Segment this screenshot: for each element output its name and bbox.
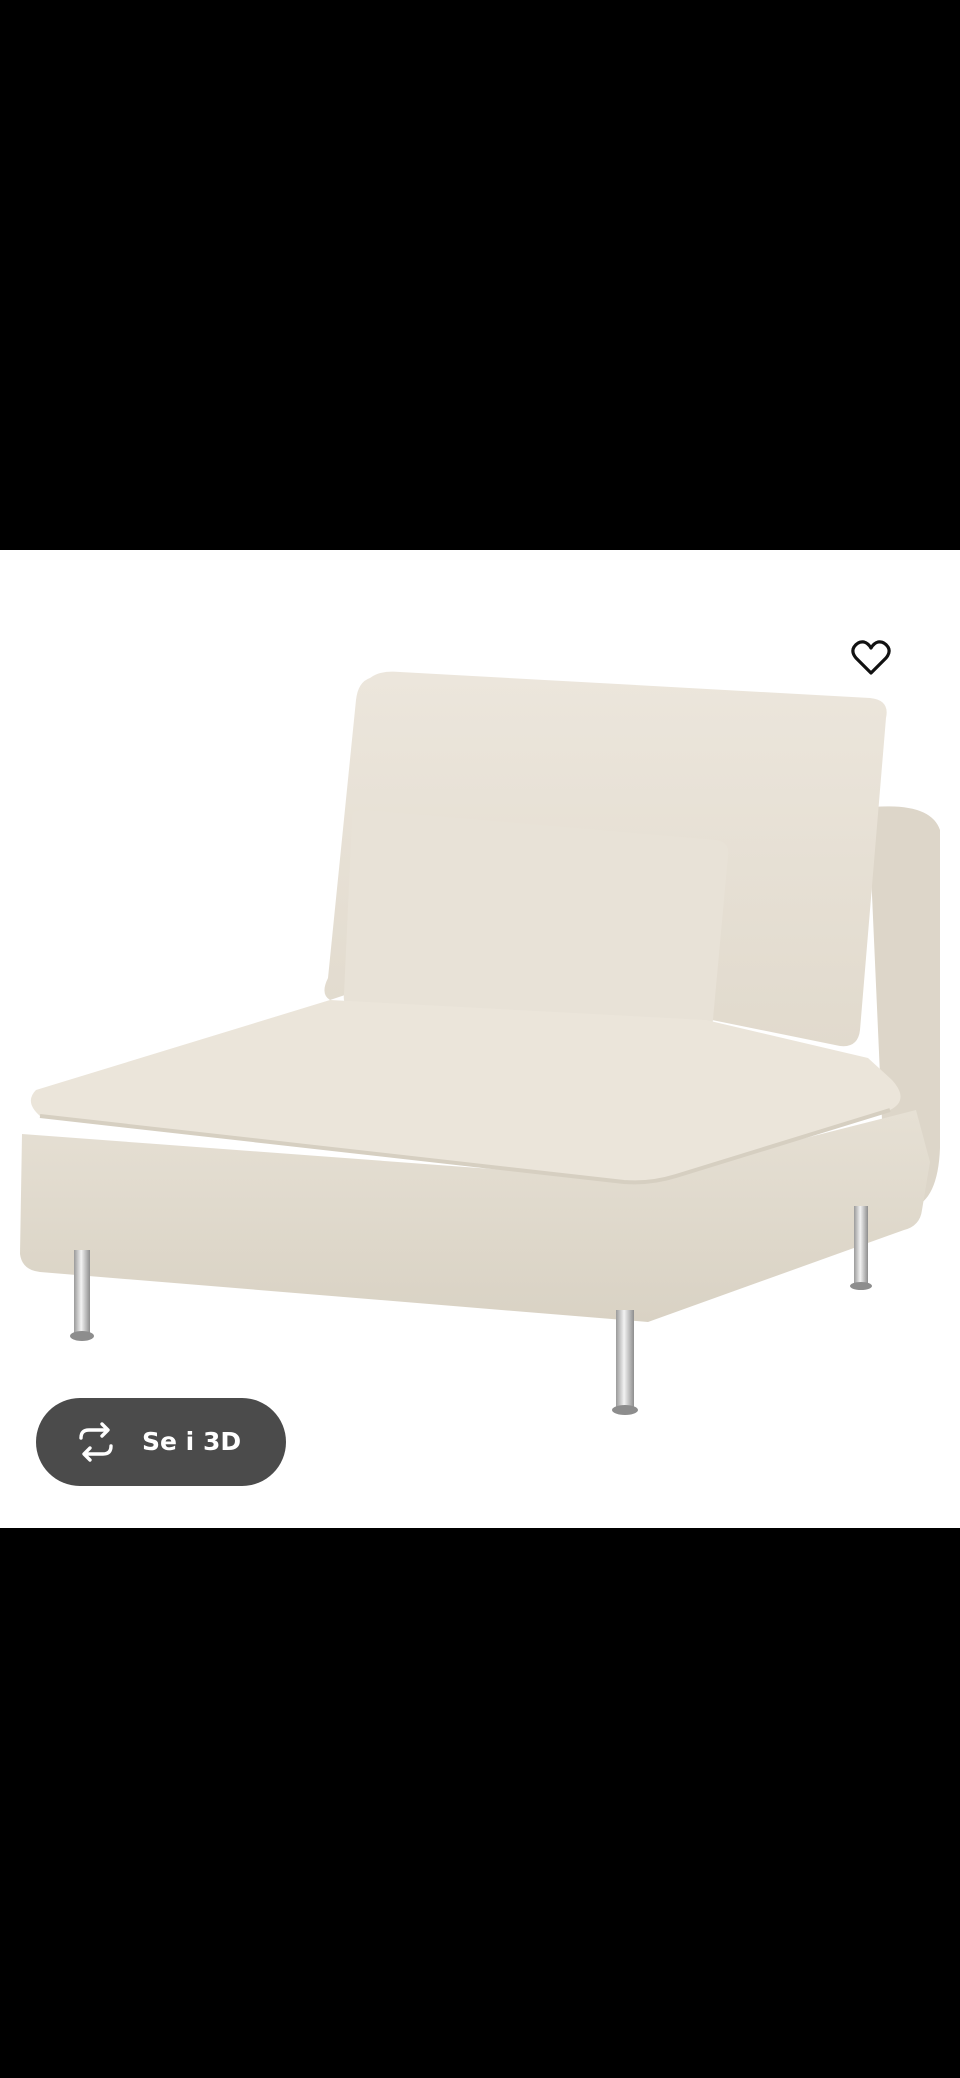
product-image-viewer: Se i 3D (0, 550, 960, 1528)
leg-front-right (616, 1310, 634, 1410)
product-image[interactable] (0, 550, 960, 1528)
view-3d-label: Se i 3D (142, 1427, 242, 1456)
favorite-button[interactable] (843, 630, 899, 686)
leg-back-right (854, 1206, 868, 1286)
heart-outline-icon (851, 640, 891, 675)
view-3d-button[interactable]: Se i 3D (36, 1398, 286, 1486)
leg-front-left (74, 1250, 90, 1336)
rotate-arrows-icon (79, 1422, 113, 1462)
